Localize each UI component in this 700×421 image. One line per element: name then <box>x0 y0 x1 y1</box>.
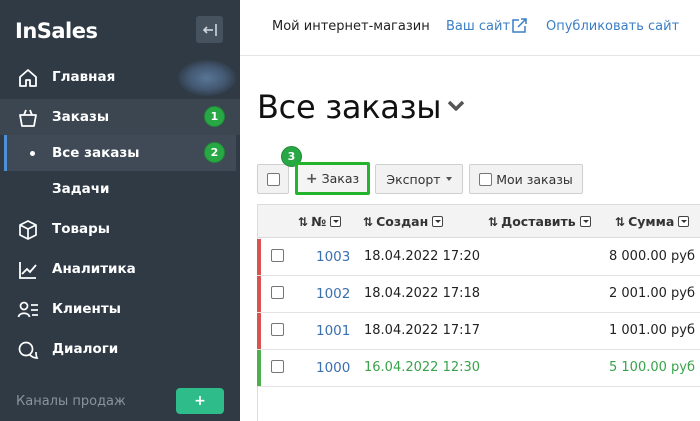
filter-icon[interactable] <box>579 216 591 227</box>
sidebar-item-products[interactable]: Товары <box>0 211 240 247</box>
chat-icon <box>18 341 39 359</box>
table-row[interactable]: 1002 18.04.2022 17:18 2 001.00 руб <box>257 276 700 313</box>
row-checkbox[interactable] <box>271 249 284 262</box>
sort-icon[interactable]: ⇅ <box>298 215 308 229</box>
active-marker <box>4 135 7 171</box>
sidebar-item-label: Главная <box>52 69 116 85</box>
row-checkbox[interactable] <box>271 360 284 373</box>
page-title: Все заказы <box>257 88 442 126</box>
table-header: ⇅ № ⇅ Создан ⇅ Доставить ⇅ Сумма <box>258 204 700 238</box>
insales-logo[interactable]: InSales <box>15 19 98 43</box>
export-label: Экспорт <box>386 171 441 187</box>
topbar: Мой интернет-магазин Ваш сайт Опубликова… <box>240 0 700 56</box>
sidebar-item-dialogs[interactable]: Диалоги <box>0 331 240 367</box>
filter-icon[interactable] <box>432 216 444 227</box>
home-icon <box>19 69 37 87</box>
table-row[interactable]: 1001 18.04.2022 17:17 1 001.00 руб <box>257 313 700 350</box>
sort-icon[interactable]: ⇅ <box>363 215 373 229</box>
col-sum[interactable]: ⇅ Сумма <box>615 214 690 229</box>
sidebar-item-label: Задачи <box>52 181 110 197</box>
order-sum: 2 001.00 руб <box>609 286 695 301</box>
sort-icon[interactable]: ⇅ <box>488 215 498 229</box>
sidebar-item-clients[interactable]: Клиенты <box>0 291 240 327</box>
your-site-link[interactable]: Ваш сайт <box>446 19 510 34</box>
chevron-down-icon[interactable] <box>446 99 466 113</box>
my-orders-toggle[interactable]: Мои заказы <box>469 164 583 194</box>
order-number-link[interactable]: 1002 <box>316 286 350 302</box>
row-checkbox[interactable] <box>271 286 284 299</box>
sidebar-item-home[interactable]: Главная <box>0 59 240 95</box>
created-date: 18.04.2022 17:18 <box>364 286 481 301</box>
external-link-icon[interactable] <box>510 17 528 35</box>
sidebar-item-label: Товары <box>52 221 111 237</box>
sidebar-item-label: Аналитика <box>52 261 136 277</box>
publish-site-link[interactable]: Опубликовать сайт <box>546 19 679 34</box>
status-stripe <box>257 239 261 275</box>
sidebar-item-label: Все заказы <box>52 145 140 161</box>
caret-down-icon <box>445 177 452 181</box>
sidebar-item-label: Диалоги <box>52 341 119 357</box>
col-number-label: № <box>311 214 327 229</box>
col-created-label: Создан <box>376 214 429 229</box>
collapse-sidebar-button[interactable] <box>196 16 223 43</box>
sidebar-item-tasks[interactable]: Задачи <box>0 171 240 207</box>
order-sum: 1 001.00 руб <box>609 323 695 338</box>
select-all-button[interactable] <box>257 164 289 194</box>
order-number-link[interactable]: 1000 <box>316 360 350 376</box>
order-sum: 5 100.00 руб <box>609 360 695 375</box>
box-icon <box>19 220 37 240</box>
sidebar-item-label: Клиенты <box>52 301 121 317</box>
order-sum: 8 000.00 руб <box>609 249 695 264</box>
sort-icon[interactable]: ⇅ <box>615 215 625 229</box>
basket-icon <box>19 109 37 127</box>
row-checkbox[interactable] <box>271 323 284 336</box>
created-date: 18.04.2022 17:17 <box>364 323 481 338</box>
bullet-icon <box>30 151 35 156</box>
status-stripe <box>257 276 261 312</box>
sidebar-item-label: Заказы <box>52 109 110 125</box>
chart-icon <box>19 262 37 279</box>
collapse-icon <box>202 23 217 36</box>
table-row[interactable]: 1003 18.04.2022 17:20 8 000.00 руб <box>257 239 700 276</box>
status-stripe <box>257 350 261 386</box>
table-row[interactable]: 1000 16.04.2022 12:30 5 100.00 руб <box>257 350 700 387</box>
store-name: Мой интернет-магазин <box>272 19 430 34</box>
col-sum-label: Сумма <box>628 214 675 229</box>
filter-icon[interactable] <box>678 216 690 227</box>
sidebar: InSales Главная Заказы 1 Все заказы 2 За… <box>0 0 240 421</box>
my-orders-checkbox[interactable] <box>479 172 493 186</box>
my-orders-label: Мои заказы <box>496 171 573 187</box>
step-badge-2: 2 <box>204 142 225 163</box>
step-badge-1: 1 <box>204 106 225 127</box>
sales-channels-label: Каналы продаж <box>16 394 126 409</box>
sidebar-item-all-orders[interactable]: Все заказы 2 <box>4 135 236 171</box>
col-deliver[interactable]: ⇅ Доставить <box>488 214 591 229</box>
plus-icon: + <box>305 170 318 187</box>
clients-icon <box>17 301 38 318</box>
add-order-label: Заказ <box>321 171 360 186</box>
status-stripe <box>257 313 261 349</box>
export-dropdown[interactable]: Экспорт <box>375 164 463 194</box>
order-number-link[interactable]: 1003 <box>316 249 350 265</box>
filter-icon[interactable] <box>330 216 342 227</box>
col-number[interactable]: ⇅ № <box>298 214 342 229</box>
select-all-checkbox[interactable] <box>266 172 280 186</box>
sidebar-item-analytics[interactable]: Аналитика <box>0 251 240 287</box>
created-date: 18.04.2022 17:20 <box>364 249 481 264</box>
created-date: 16.04.2022 12:30 <box>364 360 481 375</box>
add-order-button[interactable]: + Заказ <box>295 162 370 195</box>
add-channel-button[interactable]: + <box>176 388 224 414</box>
orders-table: ⇅ № ⇅ Создан ⇅ Доставить ⇅ Сумма 1003 18… <box>257 204 700 421</box>
sidebar-item-orders[interactable]: Заказы 1 <box>0 99 240 135</box>
col-deliver-label: Доставить <box>501 214 576 229</box>
order-number-link[interactable]: 1001 <box>316 323 350 339</box>
col-created[interactable]: ⇅ Создан <box>363 214 444 229</box>
